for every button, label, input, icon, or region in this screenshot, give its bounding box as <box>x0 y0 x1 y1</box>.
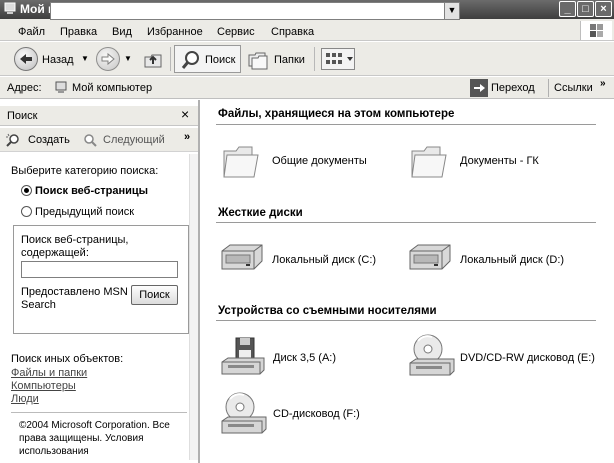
search-pane-title: Поиск <box>7 110 38 122</box>
radio-web-search[interactable] <box>21 185 32 196</box>
web-search-input[interactable] <box>21 261 178 278</box>
folder-icon[interactable] <box>222 143 264 181</box>
toolbar <box>0 42 614 76</box>
menu-view[interactable]: Вид <box>112 26 132 38</box>
menu-favorites[interactable]: Избранное <box>147 26 203 38</box>
new-search-icon[interactable] <box>5 132 21 148</box>
folders-icon[interactable] <box>247 49 269 71</box>
floppy-a-label[interactable]: Диск 3,5 (A:) <box>273 352 336 364</box>
floppy-drive-icon[interactable] <box>220 336 266 378</box>
link-computers[interactable]: Компьютеры <box>11 380 76 392</box>
search-label[interactable]: Поиск <box>205 54 235 66</box>
go-arrow-icon[interactable] <box>470 79 488 97</box>
category-prompt: Выберите категорию поиска: <box>11 165 159 177</box>
windows-logo-icon <box>580 21 612 40</box>
divider <box>11 412 187 413</box>
folders-label[interactable]: Папки <box>274 54 305 66</box>
link-people[interactable]: Люди <box>11 393 39 405</box>
menu-edit[interactable]: Правка <box>60 26 97 38</box>
link-files-folders[interactable]: Файлы и папки <box>11 367 87 379</box>
back-label[interactable]: Назад <box>42 54 74 66</box>
copyright-line3: использования <box>19 446 89 457</box>
menu-tools[interactable]: Сервис <box>217 26 255 38</box>
shared-documents-label[interactable]: Общие документы <box>272 155 367 167</box>
maximize-button[interactable]: □ <box>577 1 594 17</box>
group-divider <box>216 222 596 223</box>
forward-arrow-icon <box>101 52 115 66</box>
address-label: Адрес: <box>7 82 42 94</box>
radio-previous-search-label[interactable]: Предыдущий поиск <box>35 206 134 218</box>
back-button[interactable] <box>14 47 38 71</box>
local-disk-c-label[interactable]: Локальный диск (C:) <box>272 254 376 266</box>
copyright-line1: ©2004 Microsoft Corporation. Все <box>19 420 170 431</box>
next-search-button[interactable]: Следующий <box>103 134 165 146</box>
close-button[interactable]: × <box>595 1 612 17</box>
menu-help[interactable]: Справка <box>271 26 314 38</box>
views-grid-icon <box>326 53 353 64</box>
copyright-line2: права защищены. Условия <box>19 433 144 444</box>
cd-f-label[interactable]: CD-дисковод (F:) <box>273 408 360 420</box>
minimize-button[interactable]: _ <box>559 1 576 17</box>
back-arrow-icon <box>20 54 32 64</box>
address-separator <box>548 79 549 97</box>
web-search-label-line2: содержащей: <box>21 247 89 259</box>
close-pane-icon[interactable]: × <box>181 106 189 122</box>
magnifier-icon <box>181 51 199 69</box>
up-folder-icon[interactable] <box>142 48 164 70</box>
links-button[interactable]: Ссылки <box>554 82 593 94</box>
forward-dropdown-icon[interactable]: ▼ <box>124 54 132 63</box>
address-dropdown-button[interactable]: ▼ <box>444 2 460 20</box>
hard-drive-icon[interactable] <box>406 243 454 273</box>
radio-previous-search[interactable] <box>21 206 32 217</box>
dvd-e-label[interactable]: DVD/CD-RW дисковод (E:) <box>460 352 595 364</box>
computer-icon <box>4 2 16 14</box>
web-search-go-button[interactable]: Поиск <box>131 285 178 305</box>
links-chevron-icon[interactable]: » <box>600 78 606 89</box>
local-disk-d-label[interactable]: Локальный диск (D:) <box>460 254 564 266</box>
go-button[interactable]: Переход <box>491 82 535 94</box>
group-divider <box>216 320 596 321</box>
address-input[interactable] <box>50 2 460 20</box>
web-search-label-line1: Поиск веб-страницы, <box>21 234 129 246</box>
radio-web-search-label[interactable]: Поиск веб-страницы <box>35 185 148 197</box>
computer-icon <box>55 81 67 93</box>
group-title-files: Файлы, хранящиеся на этом компьютере <box>218 108 455 120</box>
dvd-drive-icon[interactable] <box>408 333 456 379</box>
folder-icon[interactable] <box>410 143 452 181</box>
views-button[interactable] <box>321 48 355 70</box>
other-objects-title: Поиск иных объектов: <box>11 353 124 365</box>
forward-button[interactable] <box>96 47 120 71</box>
hard-drive-icon[interactable] <box>218 243 266 273</box>
toolbar-separator <box>314 47 315 71</box>
search-toolbar-chevron-icon[interactable]: » <box>184 131 190 143</box>
provided-by-line2: Search <box>21 299 56 311</box>
back-dropdown-icon[interactable]: ▼ <box>81 54 89 63</box>
group-divider <box>216 124 596 125</box>
search-pane-scrollbar[interactable] <box>189 154 198 460</box>
provided-by-line1: Предоставлено MSN <box>21 286 128 298</box>
next-search-icon[interactable] <box>82 132 98 148</box>
address-value[interactable]: Мой компьютер <box>72 82 152 94</box>
group-title-removable: Устройства со съемными носителями <box>218 305 437 317</box>
toolbar-separator <box>170 47 171 71</box>
group-title-drives: Жесткие диски <box>218 207 303 219</box>
menu-file[interactable]: Файл <box>18 26 45 38</box>
new-search-button[interactable]: Создать <box>28 134 70 146</box>
cd-drive-icon[interactable] <box>220 391 268 437</box>
user-documents-label[interactable]: Документы - ГК <box>460 155 539 167</box>
